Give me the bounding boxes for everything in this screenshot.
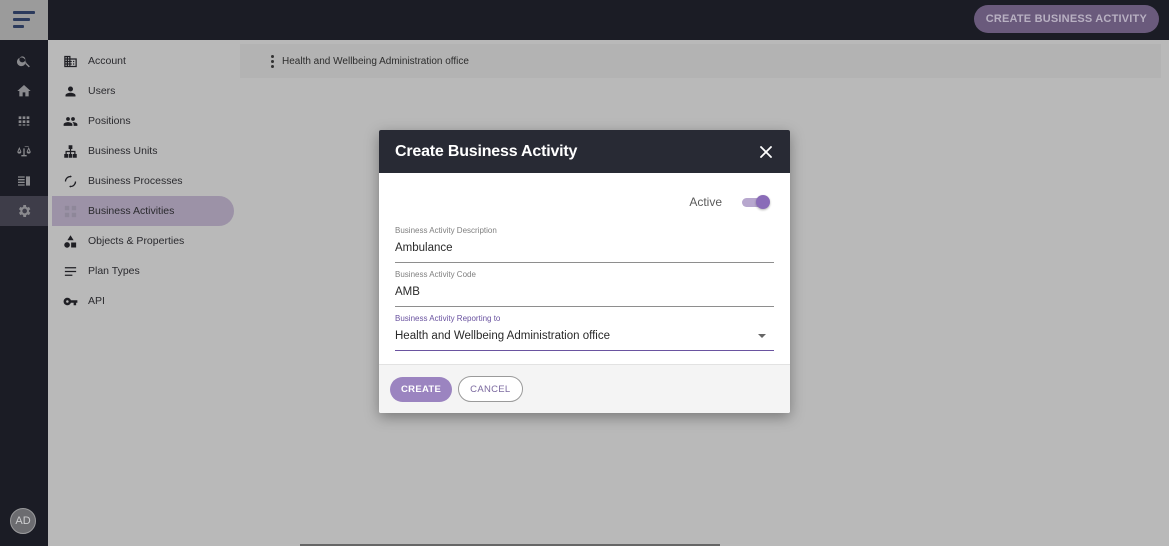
sidebar-item-objects-properties[interactable]: Objects & Properties: [52, 226, 234, 256]
cycle-icon: [64, 174, 76, 188]
rail-home[interactable]: [0, 76, 48, 106]
active-toggle[interactable]: [740, 195, 770, 209]
search-icon: [16, 56, 30, 68]
sidebar-item-label: Objects & Properties: [88, 235, 185, 247]
description-field[interactable]: Business Activity Description Ambulance: [395, 226, 774, 263]
building-icon: [63, 55, 77, 67]
sidebar-item-label: Users: [88, 85, 116, 97]
sidebar-item-label: Business Activities: [88, 205, 175, 217]
sidebar-item-business-processes[interactable]: Business Processes: [52, 166, 234, 196]
sidebar-item-label: Positions: [88, 115, 131, 127]
sidebar-item-plan-types[interactable]: Plan Types: [52, 256, 234, 286]
rail-settings[interactable]: [0, 196, 48, 226]
rail-balance[interactable]: [0, 136, 48, 166]
code-label: Business Activity Code: [395, 270, 476, 279]
activity-grid-icon: [64, 205, 76, 217]
reporting-to-select[interactable]: Health and Wellbeing Administration offi…: [395, 327, 774, 351]
top-bar: CREATE BUSINESS ACTIVITY: [0, 0, 1169, 40]
sidebar-item-business-activities[interactable]: Business Activities: [52, 196, 234, 226]
rail-reports[interactable]: [0, 166, 48, 196]
sidebar-item-label: Account: [88, 55, 126, 67]
breadcrumb-text[interactable]: Health and Wellbeing Administration offi…: [282, 56, 469, 67]
dialog-title: Create Business Activity: [395, 142, 578, 160]
home-icon: [17, 85, 31, 97]
gear-icon: [19, 205, 31, 217]
key-icon: [63, 297, 77, 305]
sidebar-item-label: Business Processes: [88, 175, 183, 187]
sidebar-item-label: Business Units: [88, 145, 158, 157]
scales-icon: [17, 145, 31, 157]
group-icon: [63, 116, 77, 126]
reporting-to-label: Business Activity Reporting to: [395, 314, 501, 323]
nav-rail: AD: [0, 40, 48, 546]
create-business-activity-dialog: Create Business Activity Active Business…: [379, 130, 790, 413]
close-button[interactable]: [758, 144, 774, 160]
sidebar-item-account[interactable]: Account: [52, 46, 234, 76]
grid-icon: [18, 116, 30, 126]
create-button[interactable]: CREATE: [390, 376, 453, 402]
active-toggle-row: Active: [689, 195, 770, 209]
app-logo[interactable]: [0, 0, 48, 40]
lines-icon: [64, 266, 76, 276]
breadcrumb: Health and Wellbeing Administration offi…: [240, 44, 1161, 78]
code-input[interactable]: AMB: [395, 283, 774, 307]
sidebar-item-label: Plan Types: [88, 265, 140, 277]
sidebar-item-label: API: [88, 295, 105, 307]
avatar[interactable]: AD: [10, 508, 36, 534]
description-label: Business Activity Description: [395, 226, 497, 235]
sidebar-item-api[interactable]: API: [52, 286, 234, 316]
shapes-icon: [63, 234, 76, 248]
rail-dashboard[interactable]: [0, 106, 48, 136]
user-icon: [65, 86, 75, 96]
reporting-to-field[interactable]: Business Activity Reporting to Health an…: [395, 314, 774, 351]
cancel-button[interactable]: CANCEL: [458, 376, 523, 402]
list-icon: [18, 176, 30, 186]
hierarchy-icon: [63, 144, 77, 158]
sidebar-item-positions[interactable]: Positions: [52, 106, 234, 136]
create-business-activity-button[interactable]: CREATE BUSINESS ACTIVITY: [973, 5, 1159, 33]
sidebar-item-users[interactable]: Users: [52, 76, 234, 106]
active-label: Active: [689, 195, 722, 209]
rail-search[interactable]: [0, 46, 48, 76]
dialog-header: Create Business Activity: [379, 130, 790, 173]
code-field[interactable]: Business Activity Code AMB: [395, 270, 774, 307]
settings-sidebar: Account Users Positions Business Units B…: [48, 40, 240, 546]
description-input[interactable]: Ambulance: [395, 239, 774, 263]
dialog-body: Active Business Activity Description Amb…: [379, 173, 790, 364]
sidebar-item-business-units[interactable]: Business Units: [52, 136, 234, 166]
dialog-footer: CREATE CANCEL: [379, 364, 790, 413]
logo-icon: [13, 10, 35, 30]
chevron-down-icon[interactable]: [758, 334, 766, 338]
close-icon: [760, 145, 772, 158]
